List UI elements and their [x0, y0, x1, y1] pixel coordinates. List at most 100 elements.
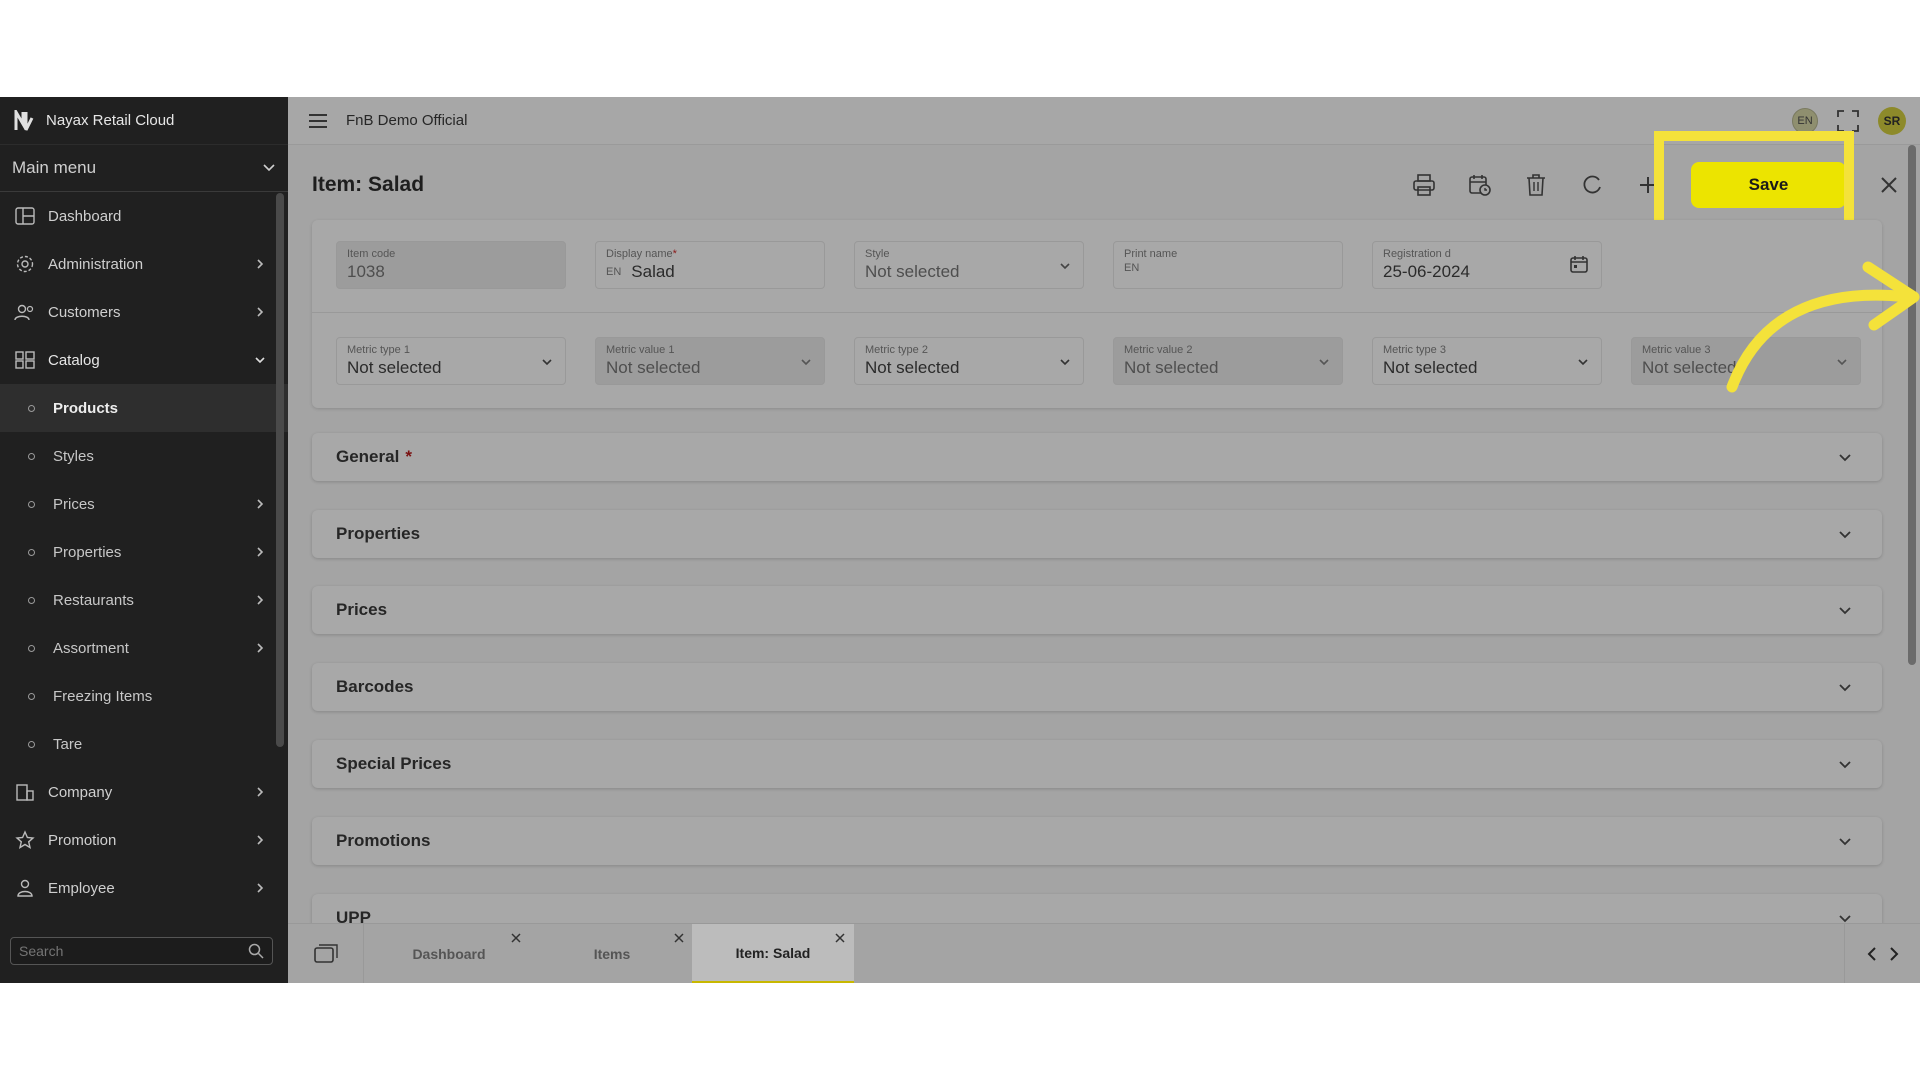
chevron-down-icon	[542, 359, 552, 366]
sidebar-item-label: Employee	[48, 879, 115, 897]
sidebar-subitem-tare[interactable]: Tare	[0, 720, 288, 768]
chevron-down-icon	[255, 357, 265, 364]
section-promotions[interactable]: Promotions	[312, 817, 1882, 865]
tab-items[interactable]: Items	[531, 924, 693, 983]
users-icon	[14, 301, 36, 323]
sidebar-item-catalog[interactable]: Catalog	[0, 336, 288, 384]
style-select[interactable]: Style Not selected	[854, 241, 1084, 289]
search-icon[interactable]	[248, 943, 264, 959]
item-code-field: Item code 1038	[336, 241, 566, 289]
metric-type-3-value: Not selected	[1383, 358, 1478, 377]
main-menu-toggle[interactable]: Main menu	[0, 145, 288, 192]
sidebar-item-company[interactable]: Company	[0, 768, 288, 816]
sidebar-subitem-products[interactable]: Products	[0, 384, 288, 432]
required-marker: *	[405, 447, 412, 466]
user-avatar[interactable]: SR	[1878, 107, 1906, 135]
sidebar-subitem-freezing-items[interactable]: Freezing Items	[0, 672, 288, 720]
sidebar-item-label: Promotion	[48, 831, 117, 849]
tab-overview-button[interactable]	[288, 924, 364, 983]
chevron-right-icon[interactable]	[1888, 947, 1900, 961]
sidebar-subitem-restaurants[interactable]: Restaurants	[0, 576, 288, 624]
close-icon[interactable]	[510, 932, 522, 944]
sidebar-subitem-assortment[interactable]: Assortment	[0, 624, 288, 672]
field-label: Registration d	[1383, 248, 1451, 260]
sidebar-search-input[interactable]	[19, 943, 248, 959]
tab-dashboard[interactable]: Dashboard	[368, 924, 530, 983]
sidebar-subitem-label: Properties	[53, 543, 122, 561]
bullet-icon	[28, 404, 35, 412]
metric-type-2-select[interactable]: Metric type 2 Not selected	[854, 337, 1084, 385]
refresh-icon[interactable]	[1579, 172, 1605, 198]
section-special-prices[interactable]: Special Prices	[312, 740, 1882, 788]
metric-type-1-select[interactable]: Metric type 1 Not selected	[336, 337, 566, 385]
sidebar-item-administration[interactable]: Administration	[0, 240, 288, 288]
delete-icon[interactable]	[1523, 172, 1549, 198]
bullet-icon	[28, 644, 35, 652]
metric-type-3-select[interactable]: Metric type 3 Not selected	[1372, 337, 1602, 385]
metric-type-2-value: Not selected	[865, 358, 960, 377]
section-title: Barcodes	[336, 677, 414, 696]
display-name-field[interactable]: Display name* EN Salad	[595, 241, 825, 289]
sidebar-subitem-label: Restaurants	[53, 591, 134, 609]
sidebar-scrollbar[interactable]	[276, 193, 284, 747]
sidebar-item-employee[interactable]: Employee	[0, 864, 288, 912]
display-name-label: Display name	[606, 248, 673, 260]
sidebar-item-dashboard[interactable]: Dashboard	[0, 192, 288, 240]
chevron-down-icon	[1839, 607, 1851, 615]
sidebar-subitem-prices[interactable]: Prices	[0, 480, 288, 528]
fullscreen-icon[interactable]	[1836, 109, 1860, 133]
sidebar-subitem-label: Assortment	[53, 639, 129, 657]
field-label: Metric type 2	[865, 344, 928, 356]
chevron-down-icon	[801, 359, 811, 366]
bullet-icon	[28, 692, 35, 700]
chevron-down-icon	[263, 164, 275, 172]
sidebar-item-promotion[interactable]: Promotion	[0, 816, 288, 864]
brand-name: Nayax Retail Cloud	[46, 112, 175, 129]
star-icon	[14, 829, 36, 851]
sidebar-item-customers[interactable]: Customers	[0, 288, 288, 336]
organization-name: FnB Demo Official	[346, 112, 468, 129]
field-label: Item code	[347, 248, 396, 260]
building-icon	[14, 781, 36, 803]
tab-item-salad[interactable]: Item: Salad	[692, 924, 854, 983]
chevron-left-icon[interactable]	[1866, 947, 1878, 961]
section-general[interactable]: General *	[312, 433, 1882, 481]
windows-icon	[313, 944, 338, 963]
section-title: Properties	[336, 524, 421, 543]
chevron-right-icon	[257, 547, 264, 557]
section-barcodes[interactable]: Barcodes	[312, 663, 1882, 711]
tab-label: Item: Salad	[735, 944, 811, 961]
print-icon[interactable]	[1411, 172, 1437, 198]
schedule-icon[interactable]	[1467, 172, 1493, 198]
brand: Nayax Retail Cloud	[0, 97, 288, 145]
close-icon[interactable]	[673, 932, 685, 944]
sidebar-subitem-properties[interactable]: Properties	[0, 528, 288, 576]
sidebar-item-label: Company	[48, 783, 113, 801]
section-title: General *	[336, 447, 1882, 467]
registration-date-field[interactable]: Registration d 25-06-2024	[1372, 241, 1602, 289]
form-row-main: Item code 1038 Display name* EN Salad Sty…	[336, 241, 1602, 289]
chevron-down-icon	[1839, 531, 1851, 539]
close-icon[interactable]	[1876, 172, 1902, 198]
sidebar-nav: Dashboard Administration Customers Catal…	[0, 192, 288, 912]
section-prices[interactable]: Prices	[312, 586, 1882, 634]
chevron-down-icon	[1839, 838, 1851, 846]
sidebar-subitem-styles[interactable]: Styles	[0, 432, 288, 480]
section-properties[interactable]: Properties	[312, 510, 1882, 558]
metric-type-1-value: Not selected	[347, 358, 442, 377]
calendar-icon[interactable]	[1569, 254, 1589, 274]
item-form: Item code 1038 Display name* EN Salad Sty…	[312, 220, 1882, 408]
bullet-icon	[28, 452, 35, 460]
close-icon[interactable]	[834, 932, 846, 944]
sidebar-subitem-label: Prices	[53, 495, 95, 513]
chevron-down-icon	[1839, 684, 1851, 692]
chevron-right-icon	[257, 307, 264, 317]
print-name-field[interactable]: Print name EN	[1113, 241, 1343, 289]
hamburger-menu-icon[interactable]	[308, 113, 328, 129]
sidebar-item-label: Catalog	[48, 351, 100, 369]
sidebar-subitem-label: Tare	[53, 735, 83, 753]
chevron-down-icon	[1839, 761, 1851, 769]
sidebar: Nayax Retail Cloud Main menu Dashboard A…	[0, 97, 288, 983]
section-title: Promotions	[336, 831, 431, 850]
bullet-icon	[28, 500, 35, 508]
